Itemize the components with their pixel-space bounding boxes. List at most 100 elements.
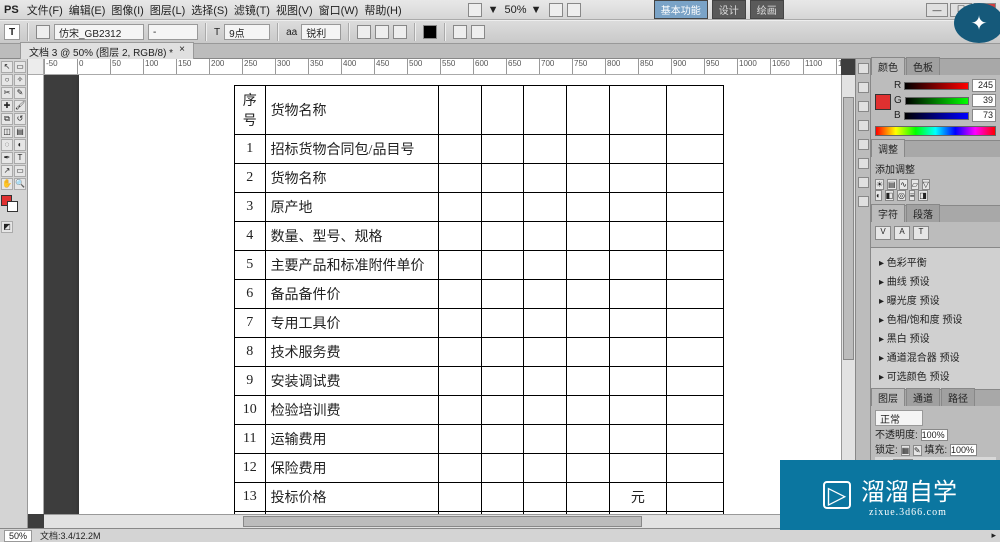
- stamp-tool[interactable]: ⧉: [1, 113, 13, 125]
- marquee-tool[interactable]: ▭: [14, 61, 26, 73]
- preset-item[interactable]: ▸ 曝光度 预设: [875, 290, 996, 309]
- tab-swatches[interactable]: 色板: [906, 57, 940, 75]
- menu-file[interactable]: 文件(F): [27, 2, 63, 18]
- hand-tool[interactable]: ✋: [1, 178, 13, 190]
- document-tab[interactable]: 文档 3 @ 50% (图层 2, RGB/8) * ×: [20, 42, 194, 60]
- menu-window[interactable]: 窗口(W): [319, 2, 359, 18]
- gradient-tool[interactable]: ▤: [14, 126, 26, 138]
- pen-tool[interactable]: ✒: [1, 152, 13, 164]
- menubar-grid-icon[interactable]: [567, 3, 581, 17]
- char-panel-icon[interactable]: [471, 25, 485, 39]
- tab-channels[interactable]: 通道: [906, 388, 940, 406]
- workspace-paint[interactable]: 绘画: [750, 0, 784, 19]
- hue-strip[interactable]: [875, 126, 996, 136]
- adj-mixer-icon[interactable]: ≡: [909, 190, 916, 201]
- color-preview[interactable]: [875, 94, 891, 110]
- adj-brightness-icon[interactable]: ☀: [875, 179, 884, 190]
- menubar-zoom[interactable]: 50%: [505, 4, 527, 16]
- adj-photo-icon[interactable]: ◎: [897, 190, 906, 201]
- preset-item[interactable]: ▸ 黑白 预设: [875, 328, 996, 347]
- brush-tool[interactable]: 🖌: [14, 100, 26, 112]
- fill-value[interactable]: 100%: [950, 444, 977, 456]
- shape-tool[interactable]: ▭: [14, 165, 26, 177]
- r-value[interactable]: 245: [972, 79, 996, 92]
- document-tab-close[interactable]: ×: [179, 44, 185, 59]
- history-panel-icon[interactable]: [858, 63, 869, 74]
- type-tool[interactable]: T: [14, 152, 26, 164]
- wand-tool[interactable]: ✧: [14, 74, 26, 86]
- bg-color[interactable]: [7, 201, 18, 212]
- actions-panel-icon[interactable]: [858, 82, 869, 93]
- crop-tool[interactable]: ✂: [1, 87, 13, 99]
- adj-curves-icon[interactable]: ∿: [899, 179, 908, 190]
- g-value[interactable]: 39: [972, 94, 996, 107]
- lock-trans-icon[interactable]: ▦: [901, 445, 911, 456]
- ruler-vertical[interactable]: [28, 75, 44, 514]
- clone-panel-icon[interactable]: [858, 120, 869, 131]
- font-weight-select[interactable]: -: [148, 24, 198, 40]
- menu-select[interactable]: 选择(S): [191, 2, 228, 18]
- font-size-select[interactable]: 9点: [224, 24, 270, 40]
- warp-text-icon[interactable]: [453, 25, 467, 39]
- lock-pixel-icon[interactable]: ✎: [913, 445, 922, 456]
- close-strip-icon[interactable]: [858, 196, 869, 207]
- para-panel-icon[interactable]: [858, 158, 869, 169]
- orientation-icon[interactable]: [36, 25, 50, 39]
- tab-adjust[interactable]: 调整: [871, 139, 905, 157]
- align-right-icon[interactable]: [393, 25, 407, 39]
- workspace-design[interactable]: 设计: [712, 0, 746, 19]
- preset-item[interactable]: ▸ 可选颜色 预设: [875, 366, 996, 385]
- color-swatch[interactable]: [1, 195, 26, 212]
- quickmask-tool[interactable]: ◩: [1, 221, 13, 233]
- preset-item[interactable]: ▸ 色彩平衡: [875, 252, 996, 271]
- lasso-tool[interactable]: ○: [1, 74, 13, 86]
- b-value[interactable]: 73: [972, 109, 996, 122]
- menu-layer[interactable]: 图层(L): [150, 2, 185, 18]
- char-v-icon[interactable]: V: [875, 226, 891, 240]
- char-t-icon[interactable]: T: [913, 226, 929, 240]
- align-left-icon[interactable]: [357, 25, 371, 39]
- move-tool[interactable]: ↖: [1, 61, 13, 73]
- history-brush-tool[interactable]: ↺: [14, 113, 26, 125]
- document-page[interactable]: 序号货物名称1招标货物合同包/品目号2货物名称3原产地4数量、型号、规格5主要产…: [79, 75, 841, 514]
- scrollbar-horizontal[interactable]: [44, 514, 841, 528]
- tab-color[interactable]: 颜色: [871, 57, 905, 75]
- blur-tool[interactable]: ◌: [1, 139, 13, 151]
- tab-layers[interactable]: 图层: [871, 388, 905, 406]
- menubar-icon[interactable]: [468, 3, 482, 17]
- tab-paragraph[interactable]: 段落: [906, 204, 940, 222]
- ruler-horizontal[interactable]: -500501001502002503003504004505005506006…: [44, 59, 841, 75]
- aa-select[interactable]: 锐利: [301, 24, 341, 40]
- minimize-button[interactable]: —: [926, 3, 948, 17]
- b-slider[interactable]: [904, 112, 969, 120]
- char-a-icon[interactable]: A: [894, 226, 910, 240]
- menu-view[interactable]: 视图(V): [276, 2, 313, 18]
- tab-paths[interactable]: 路径: [941, 388, 975, 406]
- blend-mode-select[interactable]: 正常: [875, 410, 923, 426]
- zoom-tool[interactable]: 🔍: [14, 178, 26, 190]
- menubar-hand-icon[interactable]: [549, 3, 563, 17]
- preset-item[interactable]: ▸ 曲线 预设: [875, 271, 996, 290]
- eraser-tool[interactable]: ◫: [1, 126, 13, 138]
- r-slider[interactable]: [904, 82, 969, 90]
- eyedropper-tool[interactable]: ✎: [14, 87, 26, 99]
- char-panel-icon2[interactable]: [858, 139, 869, 150]
- adj-hue-icon[interactable]: ◐: [875, 190, 882, 201]
- opacity-value[interactable]: 100%: [921, 429, 948, 441]
- adj-bw-icon[interactable]: ◧: [885, 190, 895, 201]
- dodge-tool[interactable]: ◐: [14, 139, 26, 151]
- menu-edit[interactable]: 编辑(E): [69, 2, 106, 18]
- tab-character[interactable]: 字符: [871, 204, 905, 222]
- preset-item[interactable]: ▸ 色相/饱和度 预设: [875, 309, 996, 328]
- status-zoom[interactable]: 50%: [4, 530, 32, 542]
- preset-item[interactable]: ▸ 通道混合器 预设: [875, 347, 996, 366]
- text-tool-icon[interactable]: T: [4, 24, 20, 40]
- menu-filter[interactable]: 滤镜(T): [234, 2, 270, 18]
- brushes-panel-icon[interactable]: [858, 101, 869, 112]
- align-center-icon[interactable]: [375, 25, 389, 39]
- menu-help[interactable]: 帮助(H): [364, 2, 401, 18]
- scrollbar-h-thumb[interactable]: [243, 516, 642, 527]
- adj-vibrance-icon[interactable]: ▽: [922, 179, 930, 190]
- font-family-select[interactable]: 仿宋_GB2312: [54, 24, 144, 40]
- adj-invert-icon[interactable]: ◨: [918, 190, 928, 201]
